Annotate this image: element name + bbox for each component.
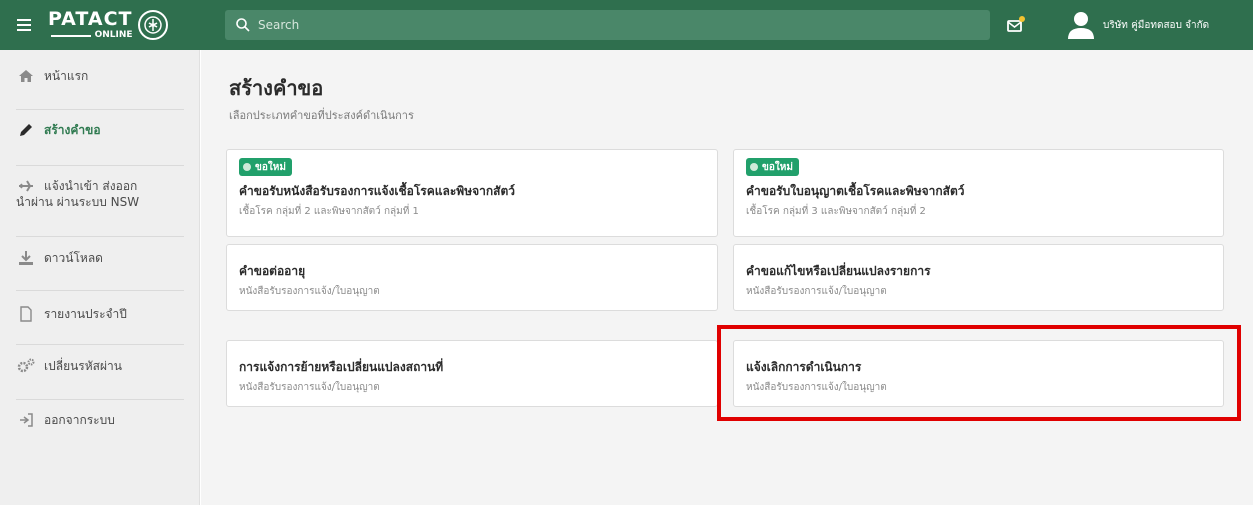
- card-description: หนังสือรับรองการแจ้ง/ใบอนุญาต: [746, 286, 887, 297]
- pencil-icon: [16, 122, 36, 138]
- sidebar-item-label: เปลี่ยนรหัสผ่าน: [44, 359, 122, 373]
- logo[interactable]: PATACT ONLINE: [48, 0, 206, 50]
- seal-icon: [137, 10, 168, 40]
- sidebar-item-label: ดาวน์โหลด: [44, 251, 103, 265]
- sidebar-item-change-password[interactable]: เปลี่ยนรหัสผ่าน: [0, 358, 200, 374]
- sidebar: หน้าแรก สร้างคำขอ แจ้งนำเข้า ส่งออก นำผ่…: [0, 50, 200, 505]
- highlight-box: [717, 325, 1241, 421]
- sidebar-item-download[interactable]: ดาวน์โหลด: [0, 250, 200, 266]
- hamburger-icon: [17, 24, 31, 26]
- page-title: สร้างคำขอ: [229, 76, 324, 100]
- search-input[interactable]: [258, 18, 958, 32]
- card-title: คำขอรับใบอนุญาตเชื้อโรคและพิษจากสัตว์: [746, 184, 965, 198]
- divider: [16, 399, 184, 400]
- home-icon: [16, 68, 36, 84]
- divider: [16, 344, 184, 345]
- airplane-icon: [16, 178, 36, 194]
- divider: [16, 290, 184, 291]
- sidebar-item-nsw[interactable]: แจ้งนำเข้า ส่งออก นำผ่าน ผ่านระบบ NSW: [0, 178, 200, 210]
- dot-icon: [750, 163, 758, 171]
- card-title: คำขอแก้ไขหรือเปลี่ยนแปลงรายการ: [746, 264, 931, 278]
- file-icon: [16, 306, 36, 322]
- username-label[interactable]: บริษัท คู่มือทดสอบ จำกัด: [1103, 18, 1209, 33]
- search-bar[interactable]: [225, 10, 990, 40]
- sidebar-item-label: รายงานประจำปี: [44, 307, 127, 321]
- request-card-relocation[interactable]: การแจ้งการย้ายหรือเปลี่ยนแปลงสถานที่ หนั…: [226, 340, 718, 407]
- search-icon: [236, 18, 250, 32]
- card-title: คำขอต่ออายุ: [239, 264, 306, 278]
- sidebar-item-logout[interactable]: ออกจากระบบ: [0, 412, 200, 428]
- request-card-notification-certificate[interactable]: ขอใหม่ คำขอรับหนังสือรับรองการแจ้งเชื้อโ…: [226, 149, 718, 237]
- dot-icon: [243, 163, 251, 171]
- card-title: คำขอรับหนังสือรับรองการแจ้งเชื้อโรคและพิ…: [239, 184, 516, 198]
- page-subtitle: เลือกประเภทคำขอที่ประสงค์ดำเนินการ: [229, 109, 414, 122]
- card-description: เชื้อโรค กลุ่มที่ 2 และพิษจากสัตว์ กลุ่ม…: [239, 206, 419, 217]
- menu-toggle-button[interactable]: [0, 0, 48, 50]
- avatar[interactable]: [1067, 10, 1095, 40]
- sidebar-item-create-request[interactable]: สร้างคำขอ: [0, 122, 200, 138]
- request-card-amendment[interactable]: คำขอแก้ไขหรือเปลี่ยนแปลงรายการ หนังสือรั…: [733, 244, 1224, 311]
- sidebar-item-label-line1: แจ้งนำเข้า ส่งออก: [44, 179, 138, 193]
- logo-main-text: PATACT: [48, 8, 133, 30]
- sidebar-item-label-line2: นำผ่าน ผ่านระบบ NSW: [16, 195, 140, 209]
- notification-icon[interactable]: [1006, 15, 1026, 35]
- new-badge: ขอใหม่: [746, 158, 799, 176]
- logout-icon: [16, 412, 36, 428]
- card-description: หนังสือรับรองการแจ้ง/ใบอนุญาต: [239, 286, 380, 297]
- card-description: หนังสือรับรองการแจ้ง/ใบอนุญาต: [239, 382, 380, 393]
- divider: [16, 109, 184, 110]
- gears-icon: [16, 358, 36, 374]
- sidebar-item-label: หน้าแรก: [44, 69, 89, 83]
- download-icon: [16, 250, 36, 266]
- divider: [16, 165, 184, 166]
- request-card-renewal[interactable]: คำขอต่ออายุ หนังสือรับรองการแจ้ง/ใบอนุญา…: [226, 244, 718, 311]
- card-title: การแจ้งการย้ายหรือเปลี่ยนแปลงสถานที่: [239, 360, 444, 374]
- card-description: เชื้อโรค กลุ่มที่ 3 และพิษจากสัตว์ กลุ่ม…: [746, 206, 926, 217]
- sidebar-item-annual-report[interactable]: รายงานประจำปี: [0, 306, 200, 322]
- sidebar-item-label: ออกจากระบบ: [44, 413, 115, 427]
- sidebar-item-home[interactable]: หน้าแรก: [0, 68, 200, 84]
- sidebar-item-label: สร้างคำขอ: [44, 123, 101, 137]
- request-card-license[interactable]: ขอใหม่ คำขอรับใบอนุญาตเชื้อโรคและพิษจากส…: [733, 149, 1224, 237]
- divider: [16, 236, 184, 237]
- logo-sub-text: ONLINE: [51, 31, 133, 40]
- new-badge: ขอใหม่: [239, 158, 292, 176]
